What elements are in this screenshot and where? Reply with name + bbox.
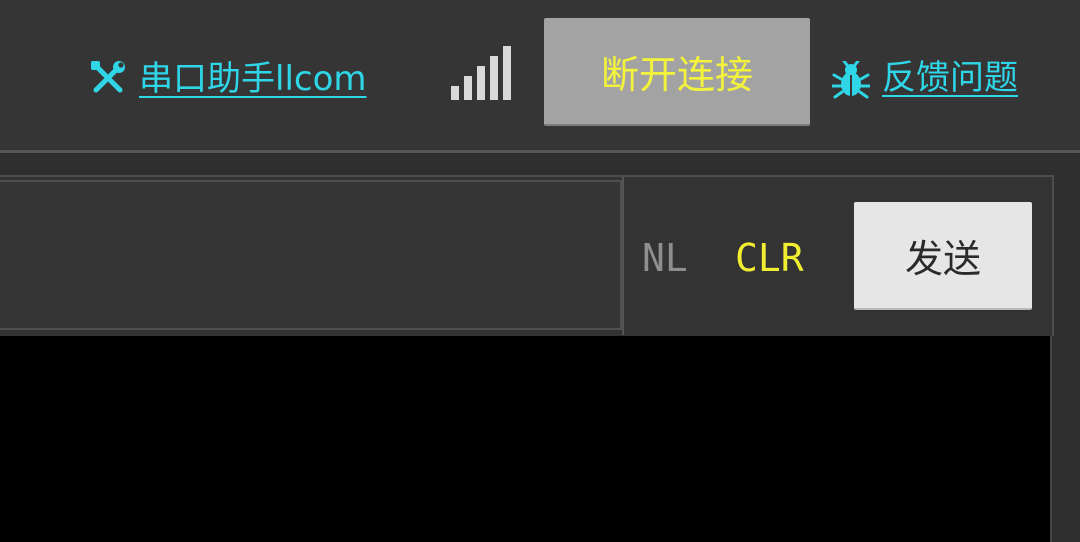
site-link[interactable]: 串口助手llcom xyxy=(139,59,367,99)
wrench-screwdriver-icon[interactable] xyxy=(88,58,128,98)
toolbar-divider xyxy=(0,150,1080,153)
send-button[interactable]: 发送 xyxy=(854,202,1032,310)
signal-strength-icon xyxy=(451,46,511,100)
send-input[interactable] xyxy=(0,180,622,330)
disconnect-button[interactable]: 断开连接 xyxy=(544,18,810,126)
newline-toggle[interactable]: NL xyxy=(642,236,688,280)
feedback-link[interactable]: 反馈问题 xyxy=(882,58,1018,98)
send-bar-divider xyxy=(622,177,624,335)
bug-icon[interactable] xyxy=(832,61,870,99)
output-scrollbar[interactable] xyxy=(1050,336,1080,542)
serial-output-area[interactable] xyxy=(0,336,1050,542)
clear-button[interactable]: CLR xyxy=(735,236,804,280)
